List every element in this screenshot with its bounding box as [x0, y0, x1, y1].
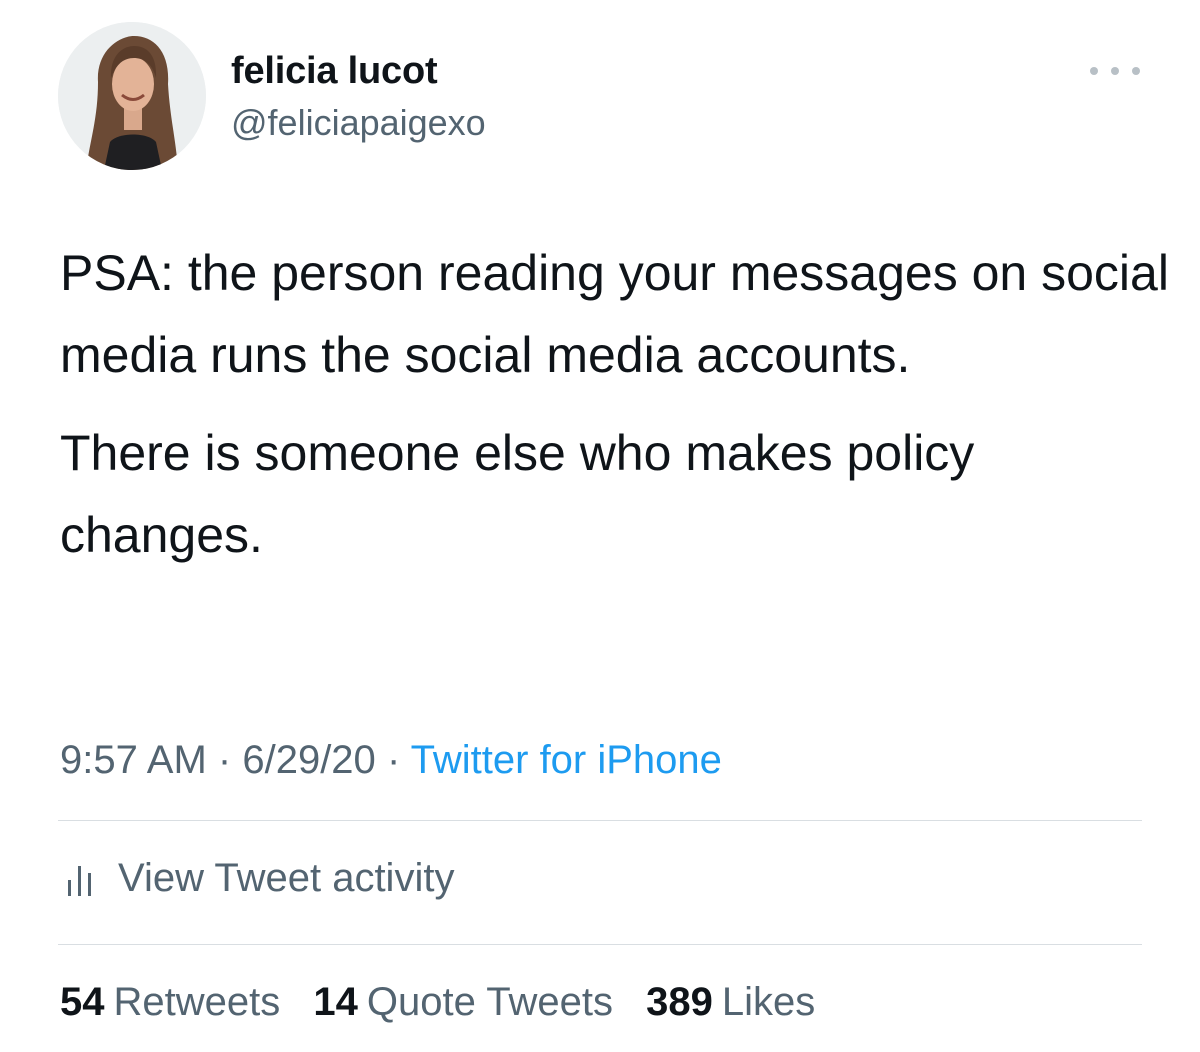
divider	[58, 820, 1142, 821]
tweet-date[interactable]: 6/29/20	[242, 738, 375, 782]
retweets-label: Retweets	[113, 980, 281, 1024]
tweet-paragraph: There is someone else who makes policy c…	[60, 425, 975, 563]
tweet-source-link[interactable]: Twitter for iPhone	[411, 738, 722, 782]
tweet-time[interactable]: 9:57 AM	[60, 738, 207, 782]
meta-separator: ·	[386, 738, 401, 782]
more-options-icon-dot	[1111, 67, 1119, 75]
tweet-metadata: 9:57 AM · 6/29/20 · Twitter for iPhone	[60, 732, 722, 788]
tweet-text: PSA: the person reading your messages on…	[60, 232, 1170, 576]
more-options-icon-dot	[1132, 67, 1140, 75]
divider	[58, 944, 1142, 945]
more-options-button[interactable]	[1090, 56, 1140, 86]
view-tweet-activity-label: View Tweet activity	[118, 856, 455, 900]
tweet-paragraph: PSA: the person reading your messages on…	[60, 245, 1169, 383]
meta-separator: ·	[217, 738, 232, 782]
more-options-icon	[1090, 67, 1098, 75]
retweets-count: 54	[60, 980, 105, 1024]
avatar[interactable]	[58, 22, 206, 170]
likes-stat[interactable]: 389 Likes	[646, 974, 815, 1030]
engagement-stats: 54 Retweets 14 Quote Tweets 389 Likes	[60, 974, 837, 1030]
author-display-name[interactable]: felicia lucot	[231, 45, 438, 97]
quote-tweets-stat[interactable]: 14 Quote Tweets	[313, 974, 613, 1030]
likes-label: Likes	[721, 980, 816, 1024]
tweet-card: felicia lucot @feliciapaigexo PSA: the p…	[0, 0, 1200, 1052]
author-handle[interactable]: @feliciapaigexo	[231, 99, 486, 147]
quote-tweets-count: 14	[313, 980, 358, 1024]
quote-tweets-label: Quote Tweets	[366, 980, 613, 1024]
bar-chart-icon	[66, 858, 96, 898]
retweets-stat[interactable]: 54 Retweets	[60, 974, 280, 1030]
likes-count: 389	[646, 980, 713, 1024]
avatar-photo	[58, 22, 206, 170]
view-tweet-activity-button[interactable]: View Tweet activity	[66, 850, 454, 906]
